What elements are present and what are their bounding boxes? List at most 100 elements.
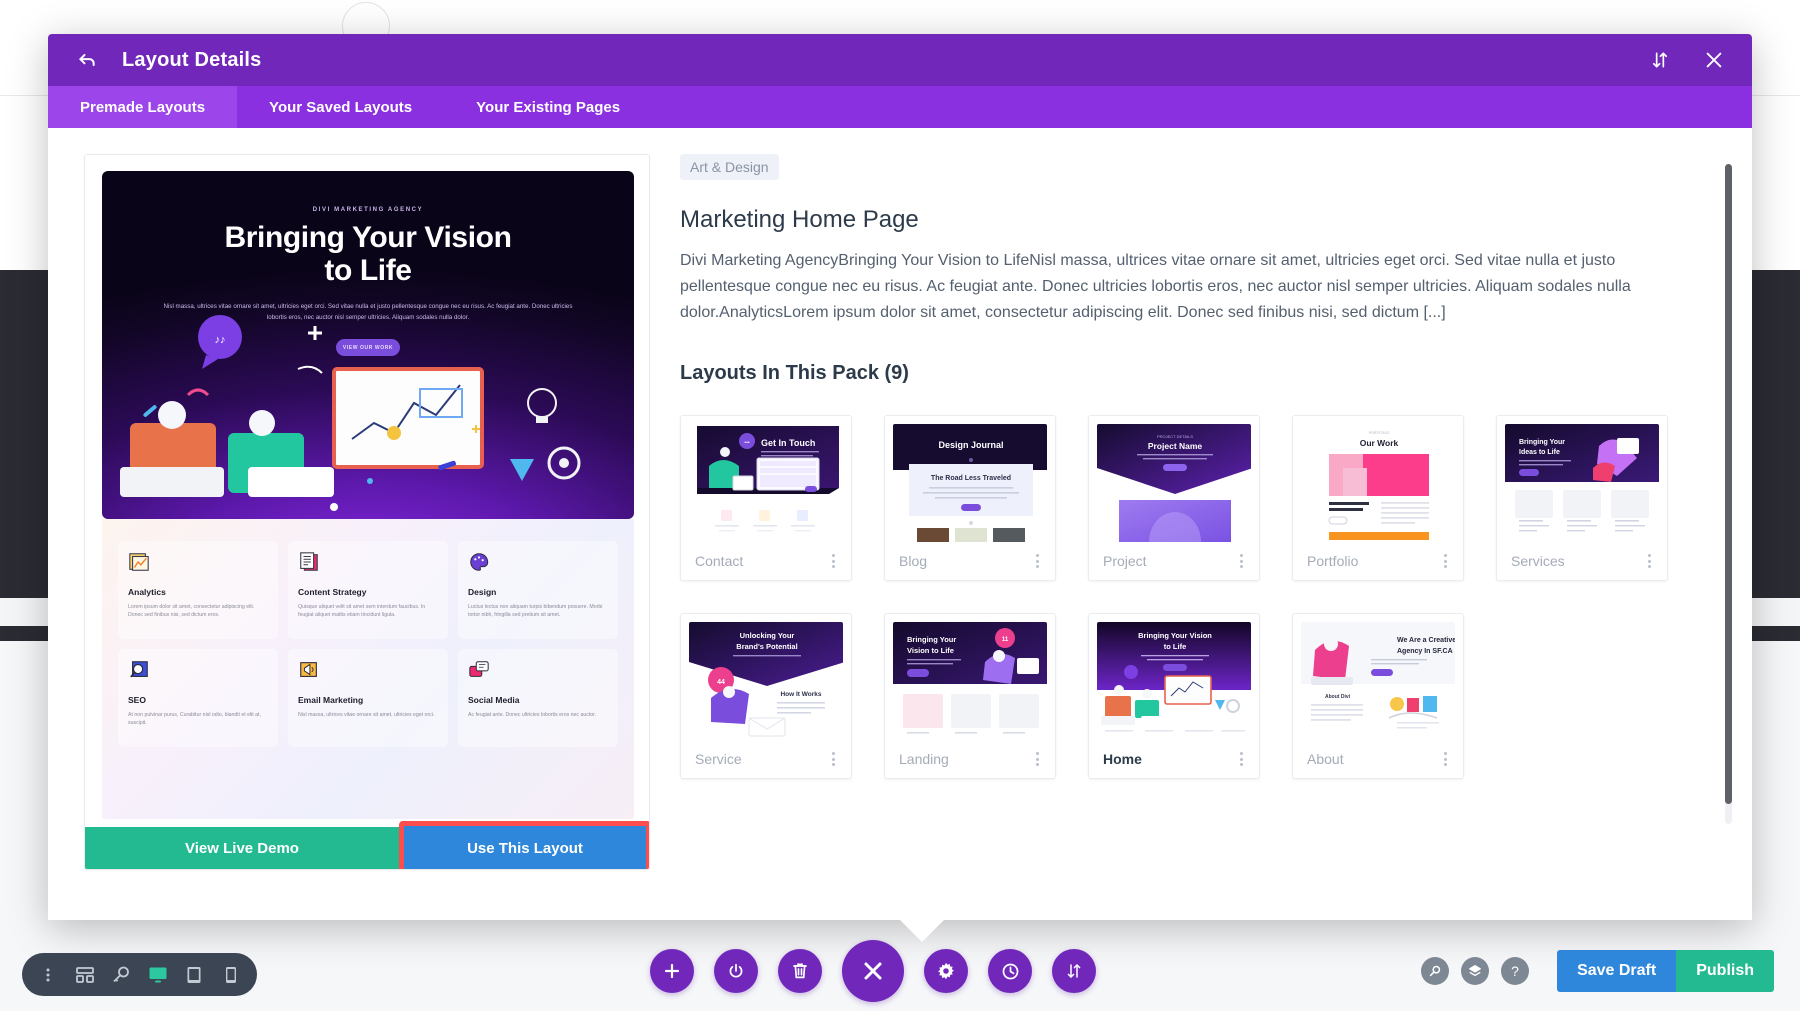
layout-card-footer: Portfolio [1293, 542, 1463, 580]
layers-icon[interactable] [1461, 957, 1490, 985]
layout-card-about[interactable]: We Are a Creative Agency In SF.CA About … [1292, 613, 1464, 779]
desktop-icon[interactable] [143, 960, 173, 990]
sort-icon[interactable] [1052, 949, 1096, 993]
megaphone-icon [300, 662, 317, 677]
modal-scrollbar-thumb[interactable] [1725, 164, 1732, 804]
svg-text:44: 44 [717, 679, 725, 686]
builder-action-toolbar [650, 940, 1096, 1002]
svg-text:Agency In SF.CA: Agency In SF.CA [1397, 648, 1453, 655]
svg-text:Get In Touch: Get In Touch [761, 438, 815, 448]
preview-feature-grid: Analytics Lorem ipsum dolor sit amet, co… [102, 519, 634, 819]
layout-card-menu-icon[interactable] [1236, 550, 1247, 572]
svg-text:Unlocking Your: Unlocking Your [740, 631, 795, 640]
thumb-contact: ••• Get In Touch [689, 424, 843, 542]
svg-text:PORTFOLIO: PORTFOLIO [1369, 431, 1390, 435]
feature-desc: Nisl massa, ultrices vitae ornare sit am… [298, 712, 435, 718]
svg-text:Bringing Your Vision: Bringing Your Vision [1138, 631, 1212, 640]
page-title: Layout Details [122, 48, 262, 71]
phone-icon[interactable] [216, 960, 246, 990]
feature-desc: Ac feugiat ante. Donec ultricies loborti… [468, 712, 597, 718]
layout-card-landing[interactable]: Bringing Your Vision to Life 11 Landing [884, 613, 1056, 779]
back-arrow-icon[interactable] [74, 47, 100, 73]
svg-text:Bringing Your: Bringing Your [907, 635, 956, 644]
layout-thumbnail: PORTFOLIO Our Work [1301, 424, 1455, 542]
clipboard-icon [300, 552, 318, 571]
chat-icon [469, 661, 489, 677]
modal-pointer-arrow [900, 920, 944, 942]
palette-icon [470, 553, 489, 571]
hero-illustration: ♪♪ [120, 315, 581, 511]
add-icon[interactable] [650, 949, 694, 993]
power-icon[interactable] [714, 949, 758, 993]
zoom-key-icon[interactable] [106, 960, 136, 990]
layout-card-menu-icon[interactable] [1644, 550, 1655, 572]
layout-card-menu-icon[interactable] [1440, 550, 1451, 572]
svg-text:•••: ••• [744, 440, 750, 446]
layout-description: Divi Marketing AgencyBringing Your Visio… [680, 252, 1631, 321]
feature-card-content-strategy: Content Strategy Quisque aliquet velit s… [288, 541, 448, 639]
wireframe-icon[interactable] [70, 960, 100, 990]
builder-right-toolbar: ? Save Draft Publish [1421, 950, 1774, 992]
layout-card-portfolio[interactable]: PORTFOLIO Our Work Portfolio [1292, 415, 1464, 581]
close-x-icon[interactable] [1702, 48, 1726, 72]
tab-your-saved-layouts[interactable]: Your Saved Layouts [237, 86, 444, 128]
search-icon[interactable] [1421, 957, 1450, 985]
settings-icon[interactable] [924, 949, 968, 993]
feature-title: Social Media [468, 695, 520, 705]
svg-text:Our Work: Our Work [1360, 438, 1399, 448]
layout-card-blog[interactable]: Design Journal The Road Less Traveled Bl… [884, 415, 1056, 581]
layout-thumbnail: Unlocking Your Brand's Potential 44 How … [689, 622, 843, 740]
feature-title: Email Marketing [298, 695, 364, 705]
layout-card-home[interactable]: Bringing Your Vision to Life Home [1088, 613, 1260, 779]
save-draft-button[interactable]: Save Draft [1557, 950, 1677, 992]
layout-card-menu-icon[interactable] [828, 550, 839, 572]
thumb-portfolio: PORTFOLIO Our Work [1301, 424, 1455, 542]
layout-name: Project [1103, 553, 1147, 569]
layout-name: Home [1103, 751, 1142, 767]
layout-card-menu-icon[interactable] [828, 748, 839, 770]
thumb-service: Unlocking Your Brand's Potential 44 How … [689, 622, 843, 740]
modal-tabs: Premade Layouts Your Saved Layouts Your … [48, 86, 1752, 128]
thumb-project: PROJECT DETAILS Project Name [1097, 424, 1251, 542]
feature-card-design: Design Luctus lectus non aliquam turpis … [458, 541, 618, 639]
layout-thumbnail: PROJECT DETAILS Project Name [1097, 424, 1251, 542]
layout-card-services[interactable]: Bringing Your Ideas to Life Services [1496, 415, 1668, 581]
svg-text:Ideas to Life: Ideas to Life [1519, 449, 1560, 456]
svg-text:We Are a Creative: We Are a Creative [1397, 637, 1455, 644]
more-vertical-icon[interactable] [33, 960, 63, 990]
layout-card-contact[interactable]: ••• Get In Touch Contact [680, 415, 852, 581]
svg-text:Design Journal: Design Journal [938, 440, 1003, 450]
modal-scrollbar-track[interactable] [1725, 164, 1732, 824]
tablet-icon[interactable] [179, 960, 209, 990]
feature-title: Content Strategy [298, 587, 367, 597]
history-icon[interactable] [988, 949, 1032, 993]
layout-card-menu-icon[interactable] [1032, 550, 1043, 572]
builder-page: Layout Details Premade Layouts Your Save… [0, 0, 1800, 1011]
view-live-demo-button[interactable]: View Live Demo [85, 827, 399, 869]
layout-card-footer: Landing [885, 740, 1055, 778]
preview-action-bar: View Live Demo Use This Layout [85, 821, 649, 869]
layout-card-project[interactable]: PROJECT DETAILS Project Name Project [1088, 415, 1260, 581]
layout-card-menu-icon[interactable] [1440, 748, 1451, 770]
layout-preview-card: DIVI MARKETING AGENCY Bringing Your Visi… [84, 154, 650, 870]
layout-card-footer: Home [1089, 740, 1259, 778]
help-icon[interactable]: ? [1501, 957, 1530, 985]
use-this-layout-highlight-group: Use This Layout [399, 821, 649, 869]
tab-your-existing-pages[interactable]: Your Existing Pages [444, 86, 652, 128]
layout-name: Service [695, 751, 742, 767]
svg-text:Bringing Your: Bringing Your [1519, 439, 1565, 446]
sort-updown-icon[interactable] [1648, 48, 1672, 72]
layout-thumbnail: Bringing Your Ideas to Life [1505, 424, 1659, 542]
close-icon[interactable] [842, 940, 904, 1002]
layout-card-menu-icon[interactable] [1236, 748, 1247, 770]
layout-thumbnail: Bringing Your Vision to Life 11 [893, 622, 1047, 740]
layout-card-menu-icon[interactable] [1032, 748, 1043, 770]
trash-icon[interactable] [778, 949, 822, 993]
layout-name: Landing [899, 751, 949, 767]
layout-card-service[interactable]: Unlocking Your Brand's Potential 44 How … [680, 613, 852, 779]
use-this-layout-button[interactable]: Use This Layout [404, 826, 646, 869]
tab-premade-layouts[interactable]: Premade Layouts [48, 86, 238, 128]
svg-text:to Life: to Life [1164, 642, 1187, 651]
modal-header: Layout Details [48, 34, 1752, 86]
publish-button[interactable]: Publish [1676, 950, 1774, 992]
